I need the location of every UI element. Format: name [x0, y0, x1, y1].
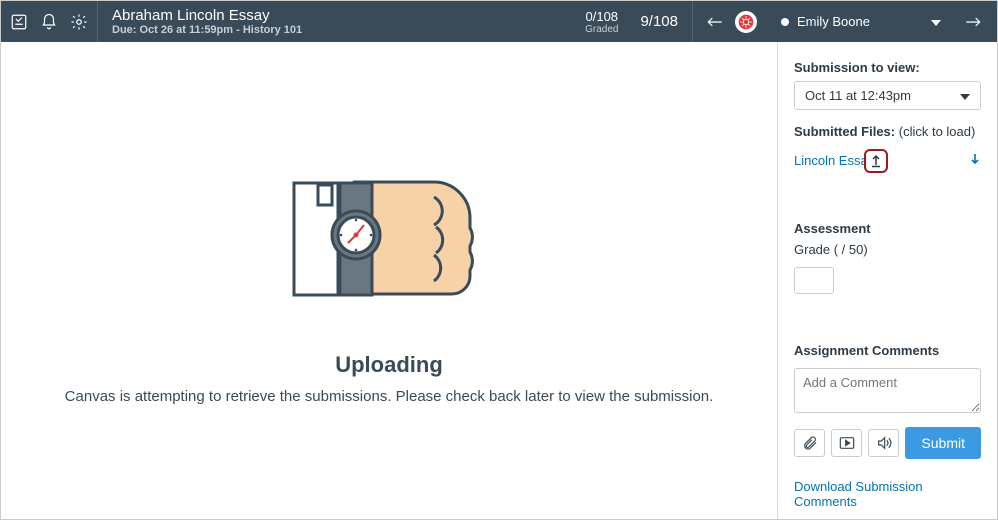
assignment-title[interactable]: Abraham Lincoln Essay	[112, 7, 563, 24]
graded-label: Graded	[585, 24, 618, 35]
attachment-icon[interactable]	[794, 429, 825, 457]
student-selector[interactable]: Emily Boone	[771, 1, 951, 42]
grade-label: Grade ( / 50)	[794, 242, 981, 257]
speech-icon[interactable]	[868, 429, 899, 457]
next-student-arrow-icon[interactable]	[965, 14, 981, 30]
grade-input[interactable]	[794, 267, 834, 294]
assignment-title-block: Abraham Lincoln Essay Due: Oct 26 at 11:…	[98, 1, 577, 42]
student-position: 9/108	[626, 1, 692, 42]
main-panel: Uploading Canvas is attempting to retrie…	[1, 42, 777, 519]
uploading-message: Canvas is attempting to retrieve the sub…	[65, 388, 714, 405]
student-nav	[693, 1, 771, 42]
bell-icon[interactable]	[39, 12, 59, 32]
submission-select[interactable]: Oct 11 at 12:43pm	[794, 81, 981, 110]
speedgrader-header: Abraham Lincoln Essay Due: Oct 26 at 11:…	[1, 1, 997, 42]
assignment-subtitle: Due: Oct 26 at 11:59pm - History 101	[112, 24, 563, 36]
assessment-label: Assessment	[794, 221, 981, 236]
graded-count: 0/108	[586, 9, 619, 24]
assignment-comments-label: Assignment Comments	[794, 343, 981, 358]
download-icon[interactable]	[969, 152, 981, 169]
grading-sidebar: Submission to view: Oct 11 at 12:43pm Su…	[777, 42, 997, 519]
wristwatch-illustration	[284, 157, 494, 322]
prev-student-arrow-icon[interactable]	[707, 14, 723, 30]
avatar[interactable]	[735, 11, 757, 33]
student-name: Emily Boone	[797, 14, 923, 29]
comment-textarea[interactable]	[794, 368, 981, 413]
header-left-icons	[1, 1, 97, 42]
upload-icon[interactable]	[864, 149, 888, 173]
submitted-file-link[interactable]: Lincoln Essa	[794, 153, 868, 168]
caret-down-icon	[931, 14, 941, 29]
gradebook-icon[interactable]	[9, 12, 29, 32]
caret-down-icon	[960, 88, 970, 103]
submission-to-view-label: Submission to view:	[794, 60, 981, 75]
status-dot-icon	[781, 18, 789, 26]
submitted-files-label: Submitted Files: (click to load)	[794, 124, 981, 139]
download-comments-link[interactable]: Download Submission Comments	[794, 479, 981, 509]
graded-count-block: 0/108 Graded	[577, 1, 626, 42]
gear-icon[interactable]	[69, 12, 89, 32]
submission-selected-value: Oct 11 at 12:43pm	[805, 88, 911, 103]
submit-comment-button[interactable]: Submit	[905, 427, 981, 459]
uploading-heading: Uploading	[335, 352, 443, 378]
media-comment-icon[interactable]	[831, 429, 862, 457]
